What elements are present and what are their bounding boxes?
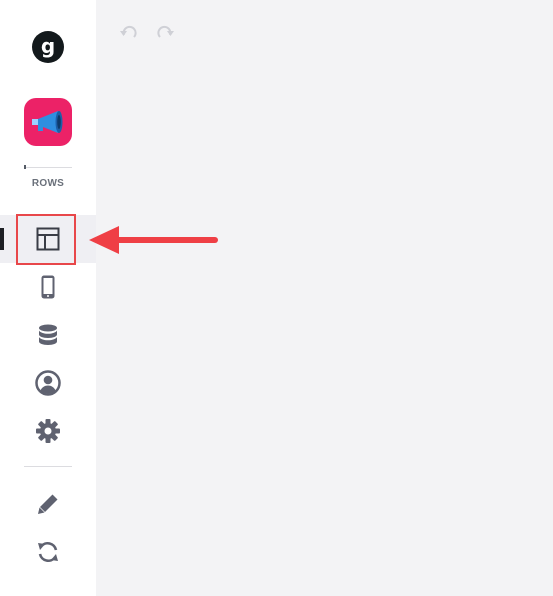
redo-icon [157,25,174,38]
sidebar-divider-bottom [24,466,72,467]
sidebar-item-settings[interactable] [0,407,96,455]
undo-icon [120,25,137,38]
gear-icon [36,419,60,443]
megaphone-icon [32,111,63,133]
sidebar-item-mobile[interactable] [0,263,96,311]
user-circle-icon [35,370,61,396]
undo-button[interactable] [117,22,141,42]
highlight-box [16,214,76,265]
brand-logo[interactable]: g [32,31,64,63]
app-icon[interactable] [24,98,72,146]
sync-icon [38,541,58,563]
sidebar: g ROWS [0,0,96,596]
database-icon [39,324,57,345]
sidebar-tool-sync[interactable] [0,528,96,576]
divider-marker [24,165,26,169]
pencil-icon [38,494,58,514]
mobile-icon [41,275,55,299]
section-label: ROWS [31,178,65,189]
redo-button[interactable] [153,22,177,42]
annotation-arrow [89,226,218,254]
logo-letter: g [40,33,56,58]
sidebar-divider-top [24,167,72,168]
sidebar-item-users[interactable] [0,359,96,407]
sidebar-tool-edit[interactable] [0,480,96,528]
sidebar-item-database[interactable] [0,311,96,359]
active-indicator [0,228,4,250]
